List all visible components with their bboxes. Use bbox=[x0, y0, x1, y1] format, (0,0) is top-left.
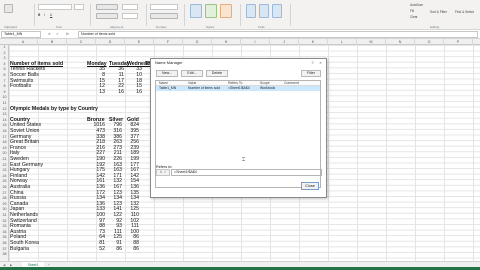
ribbon-group-styles: Styles bbox=[206, 25, 215, 29]
ribbon-group-editing: Editing bbox=[430, 25, 440, 29]
ribbon-group-alignment: Alignment bbox=[110, 25, 124, 29]
bold-icon[interactable]: B bbox=[38, 13, 40, 17]
row-header[interactable]: 38 bbox=[0, 252, 9, 258]
table1-value[interactable]: 16 bbox=[104, 89, 124, 96]
format-as-table-icon[interactable] bbox=[205, 4, 217, 18]
wrap-text-button[interactable] bbox=[122, 4, 138, 10]
font-name-select[interactable] bbox=[38, 4, 72, 10]
font-size-select[interactable] bbox=[74, 4, 84, 10]
ribbon-separator bbox=[184, 4, 185, 26]
ribbon-separator bbox=[90, 4, 91, 26]
dialog-title: Name Manager bbox=[155, 60, 183, 65]
ribbon-group-clipboard: Clipboard bbox=[4, 25, 17, 29]
underline-icon[interactable]: U bbox=[50, 13, 52, 17]
row-headers: 1 2 3 4 5 6 7 8 9 10 11 12 13 14 15 16 17 18 19 20 21 22 23 24 2… bbox=[0, 45, 9, 261]
insert-cells-icon[interactable] bbox=[246, 4, 256, 18]
excel-window: Clipboard B I U Font Alignment Number St… bbox=[0, 0, 480, 270]
ribbon-separator bbox=[240, 4, 241, 26]
table1-label[interactable]: Footballs bbox=[10, 84, 31, 90]
ribbon-group-number: Number bbox=[156, 25, 167, 29]
row-value: Number of items sold bbox=[188, 86, 221, 90]
name-box[interactable]: Table1_MN bbox=[1, 31, 41, 38]
cancel-icon[interactable]: ✕ bbox=[48, 31, 51, 37]
help-icon[interactable]: ? bbox=[309, 59, 316, 66]
name-manager-dialog: Name Manager ? × New... Edit... Delete F… bbox=[150, 58, 327, 198]
table2-country[interactable]: Bulgaria bbox=[10, 246, 29, 253]
row-refers-to: =Sheet1!$A$4 bbox=[228, 86, 250, 90]
table1-value[interactable]: 13 bbox=[85, 89, 105, 96]
row-scope: Workbook bbox=[260, 86, 276, 90]
table2-title[interactable]: Olympic Medals by type by Country bbox=[10, 106, 98, 113]
filter-button[interactable]: Filter bbox=[301, 70, 321, 77]
formula-bar: Table1_MN ✕ ✓ fx Number of items sold bbox=[0, 30, 480, 39]
enter-icon[interactable]: ✓ bbox=[56, 31, 59, 37]
number-format-icons[interactable] bbox=[150, 13, 178, 19]
autosum-button[interactable]: AutoSum bbox=[410, 3, 423, 7]
refers-to-input[interactable]: =Sheet1!$A$4 bbox=[171, 169, 322, 176]
mouse-cursor-icon: ⌶ bbox=[242, 157, 246, 163]
merge-center-button[interactable] bbox=[122, 13, 138, 19]
find-select-button[interactable]: Find & Select bbox=[455, 10, 474, 14]
formula-input[interactable]: Number of items sold bbox=[78, 31, 478, 38]
delete-name-button[interactable]: Delete bbox=[206, 70, 228, 77]
fill-button[interactable]: Fill bbox=[410, 9, 414, 13]
fx-icon[interactable]: fx bbox=[66, 31, 69, 37]
italic-icon[interactable]: I bbox=[44, 13, 45, 17]
conditional-formatting-icon[interactable] bbox=[190, 4, 202, 18]
dialog-titlebar[interactable]: Name Manager ? × bbox=[151, 59, 326, 66]
number-format-select[interactable] bbox=[150, 4, 178, 10]
new-name-button[interactable]: New... bbox=[156, 70, 178, 77]
cell-styles-icon[interactable] bbox=[220, 4, 232, 18]
ribbon-separator bbox=[290, 4, 291, 26]
refers-to-row: ✕ ✓ =Sheet1!$A$4 bbox=[156, 169, 322, 176]
edit-name-button[interactable]: Edit... bbox=[181, 70, 203, 77]
names-list-row[interactable]: Table1_MN Number of items sold =Sheet1!$… bbox=[156, 86, 320, 91]
close-icon[interactable]: × bbox=[317, 59, 324, 66]
clear-button[interactable]: Clear bbox=[410, 15, 418, 19]
sort-filter-button[interactable]: Sort & Filter bbox=[430, 10, 447, 14]
paste-icon[interactable] bbox=[4, 4, 13, 13]
refers-to-buttons[interactable]: ✕ ✓ bbox=[156, 169, 170, 176]
close-button[interactable]: Close bbox=[301, 182, 319, 190]
table2-value[interactable]: 86 bbox=[119, 246, 139, 253]
align-top-icons[interactable] bbox=[96, 4, 118, 10]
ribbon-group-cells: Cells bbox=[258, 25, 265, 29]
ribbon-separator bbox=[146, 4, 147, 26]
align-left-icons[interactable] bbox=[96, 13, 118, 19]
ribbon-group-font: Font bbox=[56, 25, 63, 29]
row-name: Table1_MN bbox=[159, 86, 177, 90]
ribbon-separator bbox=[34, 4, 35, 26]
ribbon: Clipboard B I U Font Alignment Number St… bbox=[0, 0, 480, 30]
format-cells-icon[interactable] bbox=[272, 4, 282, 18]
delete-cells-icon[interactable] bbox=[259, 4, 269, 18]
